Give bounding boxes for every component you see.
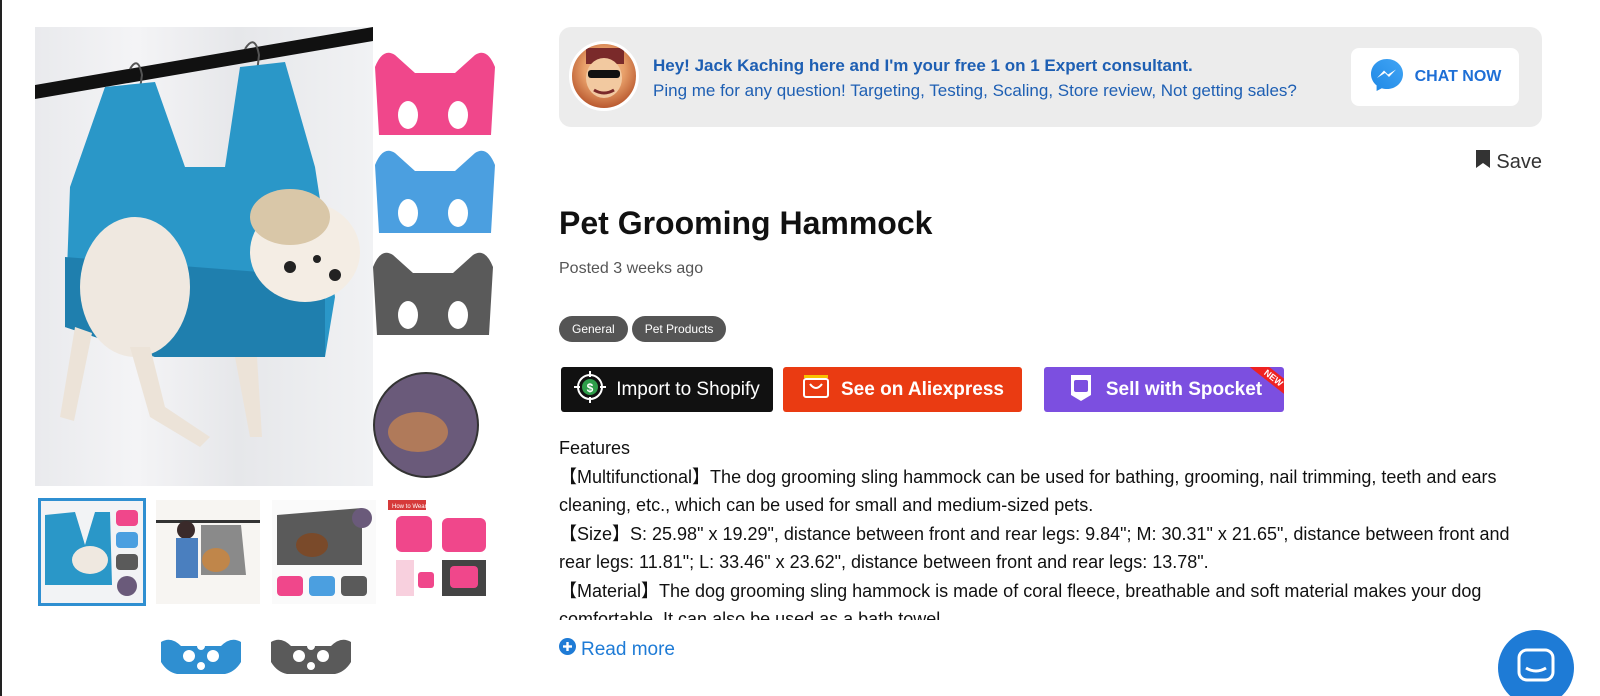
expert-consultant-banner: Hey! Jack Kaching here and I'm your free… [559, 27, 1542, 127]
messenger-icon [1369, 57, 1405, 97]
spocket-logo-icon [1066, 372, 1096, 408]
read-more-link[interactable]: Read more [559, 638, 675, 661]
chat-bubble-icon [1498, 648, 1574, 696]
thumbnail-2[interactable] [156, 500, 260, 604]
action-buttons: $ Import to Shopify See on Aliexpress Se… [561, 367, 1284, 412]
features-description: Features 【Multifunctional】The dog groomi… [559, 434, 1539, 620]
aliexpress-bag-icon [801, 372, 831, 408]
product-title: Pet Grooming Hammock [559, 205, 933, 241]
feature-paragraph: 【Size】S: 25.98" x 19.29", distance betwe… [559, 523, 1510, 573]
variant-strip [373, 27, 495, 486]
blue-pad-image [161, 639, 241, 674]
promo-subline: Ping me for any question! Targeting, Tes… [653, 81, 1297, 100]
posted-time: Posted 3 weeks ago [559, 260, 704, 277]
see-on-aliexpress-label: See on Aliexpress [841, 378, 1004, 400]
lower-variant-images [155, 632, 357, 696]
window-border [0, 0, 2, 696]
import-to-shopify-button[interactable]: $ Import to Shopify [561, 367, 773, 412]
features-heading: Features [559, 438, 631, 458]
thumbnail-1[interactable] [38, 498, 146, 606]
thumbnail-4-label: How to Wear [392, 504, 427, 510]
sell-with-spocket-button[interactable]: Sell with Spocket NEW [1044, 367, 1284, 412]
svg-text:$: $ [587, 381, 594, 395]
promo-headline: Hey! Jack Kaching here and I'm your free… [653, 56, 1193, 75]
chat-now-label: CHAT NOW [1414, 68, 1502, 85]
plus-circle-icon [559, 638, 576, 661]
see-on-aliexpress-button[interactable]: See on Aliexpress [783, 367, 1022, 412]
feature-paragraph: 【Multifunctional】The dog grooming sling … [559, 466, 1497, 516]
feature-paragraph: 【Material】The dog grooming sling hammock… [559, 580, 1482, 621]
read-more-label: Read more [581, 638, 675, 660]
save-label: Save [1496, 150, 1542, 173]
support-chat-launcher[interactable] [1498, 630, 1574, 696]
gray-pad-image [271, 639, 351, 674]
sell-with-spocket-label: Sell with Spocket [1105, 378, 1263, 400]
main-product-image[interactable] [35, 27, 373, 486]
consultant-avatar [569, 41, 639, 111]
tag-pet-products[interactable]: Pet Products [631, 316, 727, 342]
chat-now-button[interactable]: CHAT NOW [1351, 48, 1519, 106]
thumbnail-4[interactable]: How to Wear [388, 500, 492, 604]
bookmark-icon [1476, 150, 1491, 174]
import-to-shopify-label: Import to Shopify [616, 378, 760, 400]
save-button[interactable]: Save [1476, 150, 1542, 174]
dollar-target-icon: $ [574, 370, 607, 409]
tag-list: General Pet Products [559, 316, 727, 342]
thumbnail-3[interactable] [272, 500, 376, 604]
thumbnail-row: How to Wear [38, 498, 492, 606]
tag-general[interactable]: General [559, 316, 628, 342]
